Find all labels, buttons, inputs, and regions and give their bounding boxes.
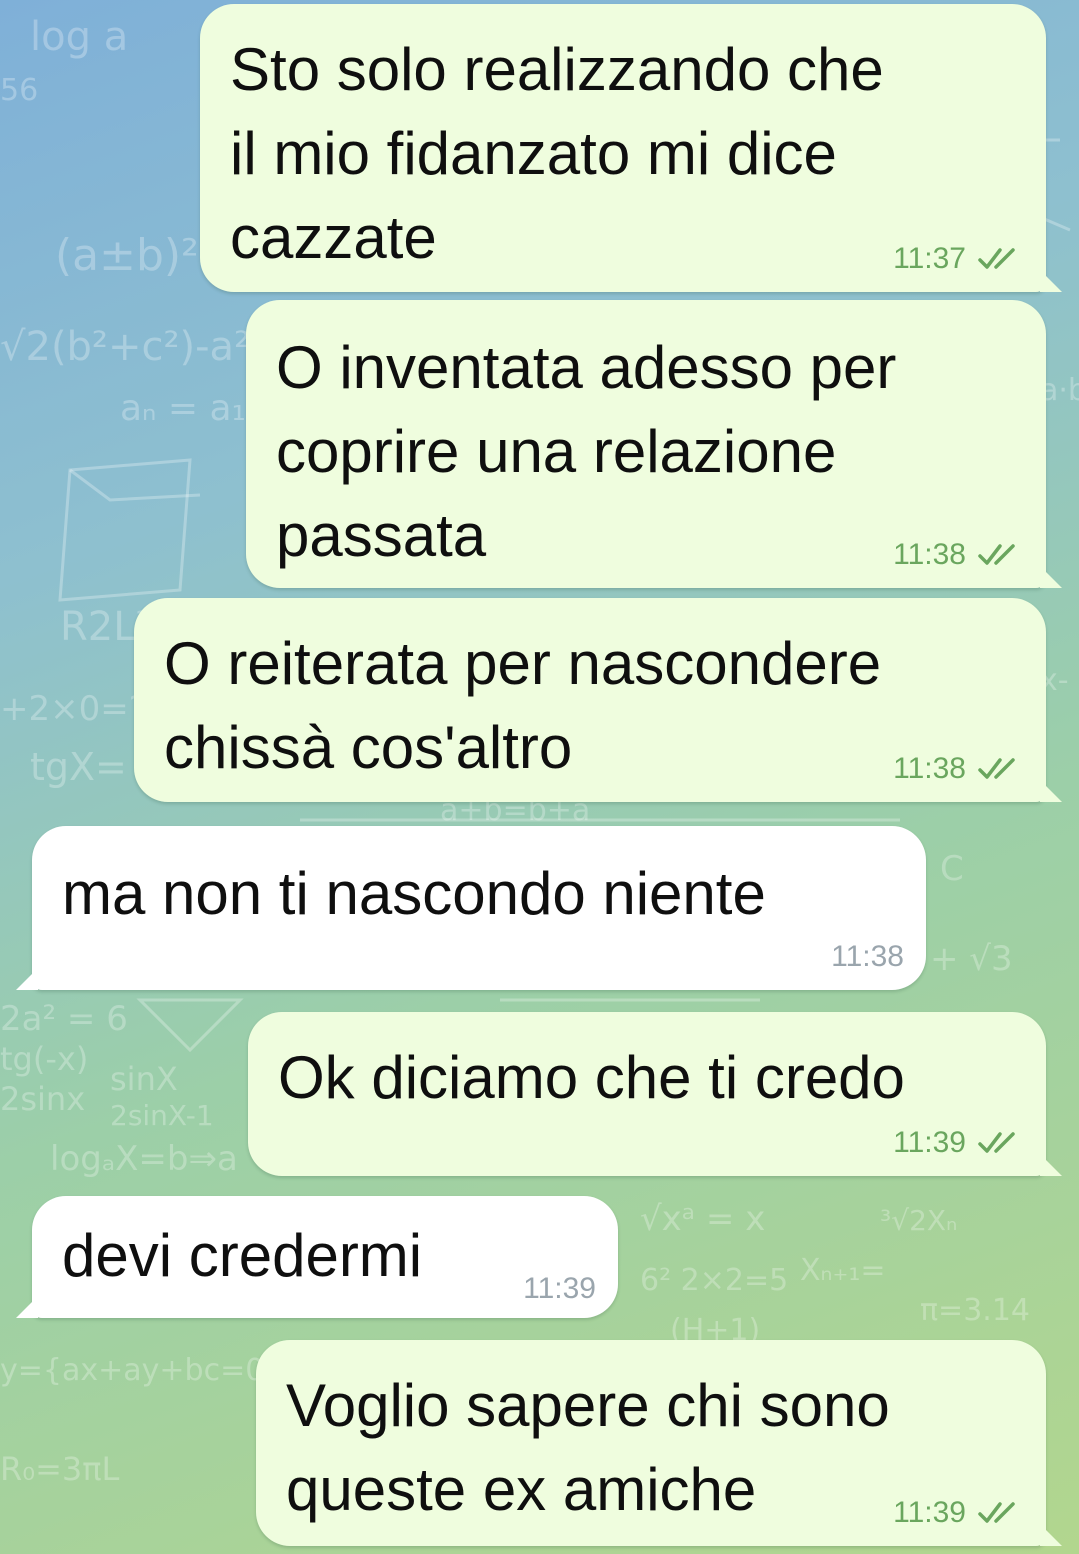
svg-text:tgX=: tgX=: [30, 745, 127, 789]
svg-text:π=3.14: π=3.14: [920, 1293, 1030, 1328]
message-text: ma non ti nascondo niente: [62, 860, 766, 927]
svg-text:√2(b²+c²)-a²: √2(b²+c²)-a²: [0, 324, 250, 370]
message-text: devi credermi: [62, 1222, 423, 1289]
svg-text:sinX: sinX: [110, 1060, 178, 1098]
double-check-icon: [978, 1132, 1015, 1153]
svg-text:logₐX=b⇒a: logₐX=b⇒a: [50, 1139, 238, 1179]
message-text: Sto solo realizzando che il mio fidanzat…: [230, 36, 884, 271]
svg-text:2sinX-1: 2sinX-1: [110, 1099, 214, 1132]
message-time: 11:38: [893, 752, 966, 785]
message-meta: 11:37: [893, 242, 1024, 276]
message-time: 11:39: [893, 1496, 966, 1529]
message-bubble-outgoing[interactable]: Voglio sapere chi sono queste ex amiche …: [256, 1340, 1062, 1546]
svg-text:Xₙ₊₁=: Xₙ₊₁=: [800, 1253, 886, 1288]
double-check-icon: [978, 758, 1015, 779]
message-text: Voglio sapere chi sono queste ex amiche: [286, 1372, 890, 1523]
message-time: 11:39: [893, 1126, 966, 1159]
double-check-icon: [978, 1502, 1015, 1523]
message-time: 11:38: [831, 940, 904, 973]
message-meta: 11:38: [893, 538, 1024, 572]
message-bubble-outgoing[interactable]: Ok diciamo che ti credo 11:39: [248, 1012, 1062, 1176]
message-meta: 11:38: [893, 752, 1024, 786]
svg-text:56: 56: [0, 73, 38, 108]
svg-text:6² 2×2=5: 6² 2×2=5: [640, 1263, 788, 1298]
message-time: 11:39: [523, 1272, 596, 1305]
svg-text:2sinx: 2sinx: [0, 1080, 85, 1118]
svg-text:tg(-x): tg(-x): [0, 1040, 88, 1078]
svg-text:+ √3: + √3: [930, 939, 1013, 979]
svg-text:y={ax+ay+bc=0: y={ax+ay+bc=0: [0, 1353, 264, 1388]
message-meta: 11:39: [893, 1496, 1024, 1530]
svg-text:³√2Xₙ: ³√2Xₙ: [880, 1204, 957, 1237]
message-bubble-outgoing[interactable]: O inventata adesso per coprire una relaz…: [246, 300, 1062, 588]
svg-text:aₙ = a₁: aₙ = a₁: [120, 388, 246, 429]
message-time: 11:37: [893, 242, 966, 275]
svg-text:R₀=3πL: R₀=3πL: [0, 1450, 120, 1488]
message-time: 11:38: [893, 538, 966, 571]
message-meta: 11:39: [893, 1126, 1024, 1160]
svg-text:(a±b)²: (a±b)²: [55, 230, 199, 281]
message-meta: 11:38: [831, 940, 904, 974]
message-bubble-outgoing[interactable]: Sto solo realizzando che il mio fidanzat…: [200, 4, 1062, 292]
message-bubble-outgoing[interactable]: O reiterata per nascondere chissà cos'al…: [134, 598, 1062, 802]
message-meta: 11:39: [523, 1272, 596, 1306]
svg-text:2a² = 6: 2a² = 6: [0, 999, 128, 1039]
svg-text:√xᵃ = x: √xᵃ = x: [640, 1199, 765, 1239]
message-text: Ok diciamo che ti credo: [278, 1044, 905, 1111]
svg-text:C: C: [940, 849, 964, 889]
message-bubble-incoming[interactable]: devi credermi 11:39: [16, 1196, 618, 1318]
svg-text:log a: log a: [30, 14, 128, 60]
message-bubble-incoming[interactable]: ma non ti nascondo niente 11:38: [16, 826, 926, 990]
chat-background: log a 56 (a±b)² √2(b²+c²)-a² aₙ = a₁ R2L…: [0, 0, 1079, 1554]
message-text: O reiterata per nascondere chissà cos'al…: [164, 630, 882, 781]
double-check-icon: [978, 248, 1015, 269]
svg-text:+2×0=?: +2×0=?: [0, 689, 147, 729]
message-text: O inventata adesso per coprire una relaz…: [276, 334, 897, 569]
double-check-icon: [978, 544, 1015, 565]
